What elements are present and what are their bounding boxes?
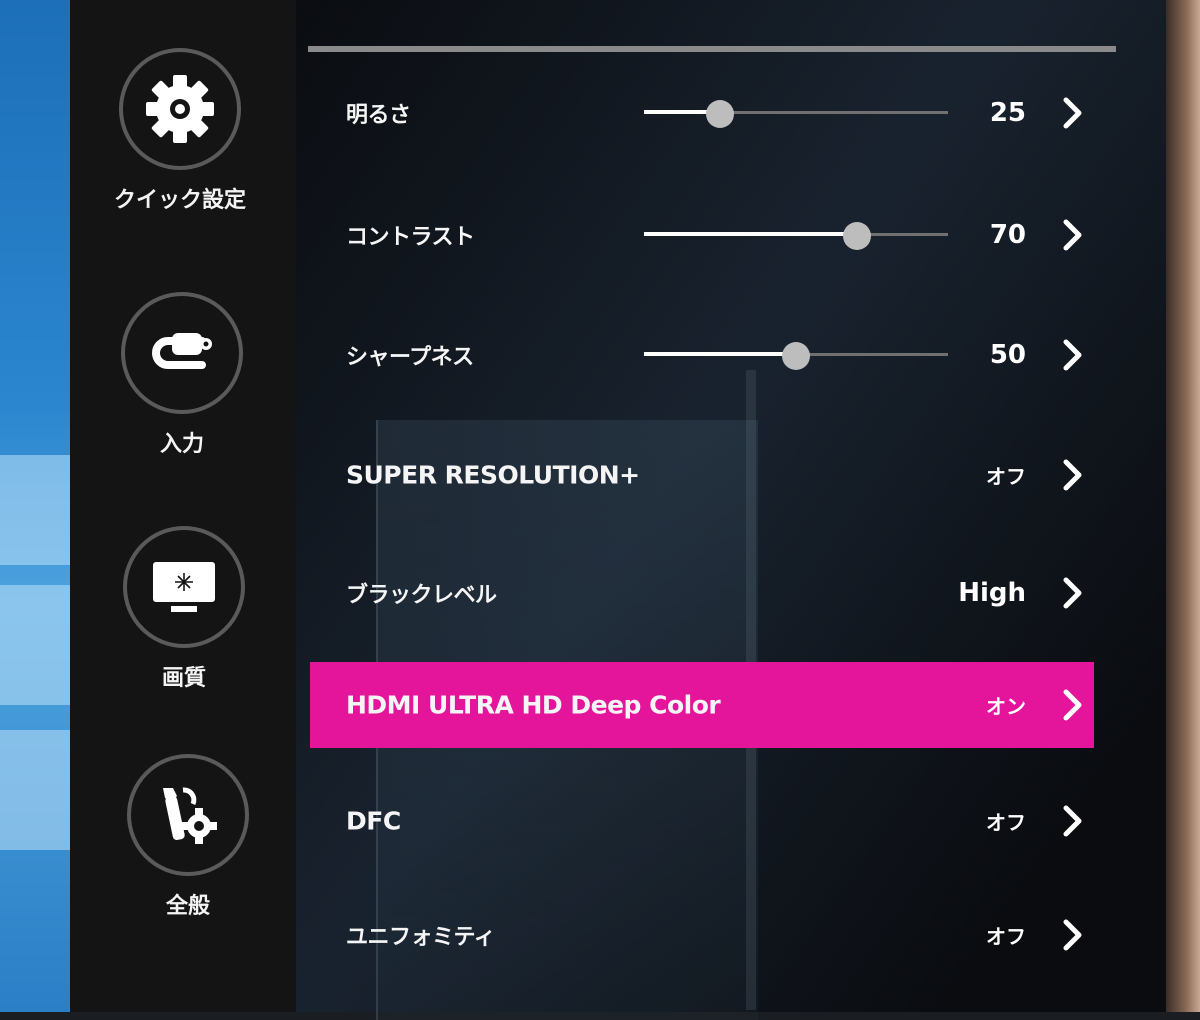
row-value: オフ — [986, 924, 1026, 949]
panel-top-divider — [308, 46, 1116, 52]
monitor-bezel — [1166, 0, 1200, 1012]
menu-row-dfc[interactable]: DFC オフ — [310, 778, 1094, 864]
chevron-right-icon[interactable] — [1054, 803, 1090, 839]
menu-row-brightness[interactable]: 明るさ 25 — [310, 70, 1094, 156]
row-label: DFC — [346, 806, 401, 836]
desktop-window-pane — [0, 585, 80, 705]
nav-circle — [119, 48, 241, 170]
nav-circle — [127, 754, 249, 876]
menu-row-hdmi-deep-color[interactable]: HDMI ULTRA HD Deep Color オン — [310, 662, 1094, 748]
nav-circle-active — [123, 526, 245, 648]
row-label: ユニフォミティ — [346, 925, 496, 950]
nav-item-quick-settings[interactable]: クイック設定 — [110, 48, 250, 214]
row-value: High — [958, 578, 1026, 608]
contrast-slider[interactable] — [644, 222, 948, 250]
desktop-window-pane — [0, 455, 80, 565]
row-value: 50 — [989, 340, 1026, 370]
slider-knob[interactable] — [842, 222, 871, 250]
row-value: 70 — [989, 220, 1026, 250]
chevron-right-icon[interactable] — [1054, 457, 1090, 493]
menu-row-super-resolution[interactable]: SUPER RESOLUTION+ オフ — [310, 432, 1094, 518]
nav-label-general: 全般 — [165, 894, 210, 919]
nav-label-quick-settings: クイック設定 — [113, 188, 246, 213]
row-value: オン — [986, 694, 1026, 719]
row-value: オフ — [986, 810, 1026, 835]
chevron-right-icon[interactable] — [1054, 917, 1090, 953]
sharpness-slider[interactable] — [644, 342, 948, 370]
gear-icon — [146, 75, 214, 143]
row-label: ブラックレベル — [346, 583, 497, 608]
chevron-right-icon[interactable] — [1054, 337, 1090, 373]
slider-knob[interactable] — [706, 100, 734, 128]
slider-knob[interactable] — [782, 342, 810, 370]
row-label: 明るさ — [346, 103, 411, 128]
chevron-right-icon[interactable] — [1054, 217, 1090, 253]
input-plug-icon — [152, 333, 212, 369]
nav-item-picture[interactable]: 画質 — [114, 526, 254, 692]
row-value: 25 — [989, 98, 1026, 128]
wrench-gear-icon — [163, 787, 217, 844]
chevron-right-icon[interactable] — [1054, 575, 1090, 611]
menu-row-contrast[interactable]: コントラスト 70 — [310, 192, 1094, 278]
menu-row-black-level[interactable]: ブラックレベル High — [310, 550, 1094, 636]
desktop-window-pane — [0, 730, 80, 850]
chevron-right-icon[interactable] — [1054, 95, 1090, 131]
nav-label-input: 入力 — [159, 432, 204, 457]
row-label: SUPER RESOLUTION+ — [346, 460, 640, 490]
brightness-slider[interactable] — [644, 100, 948, 128]
nav-item-general[interactable]: 全般 — [118, 754, 258, 920]
menu-row-sharpness[interactable]: シャープネス 50 — [310, 312, 1094, 398]
row-label: コントラスト — [346, 225, 475, 250]
row-label: HDMI ULTRA HD Deep Color — [346, 690, 721, 720]
nav-circle — [121, 292, 243, 414]
menu-row-uniformity[interactable]: ユニフォミティ オフ — [310, 892, 1094, 978]
row-label: シャープネス — [346, 345, 474, 370]
chevron-right-icon[interactable] — [1054, 687, 1090, 723]
row-value: オフ — [986, 464, 1026, 489]
nav-label-picture: 画質 — [161, 666, 206, 691]
picture-monitor-icon — [153, 562, 215, 612]
nav-item-input[interactable]: 入力 — [112, 292, 252, 458]
